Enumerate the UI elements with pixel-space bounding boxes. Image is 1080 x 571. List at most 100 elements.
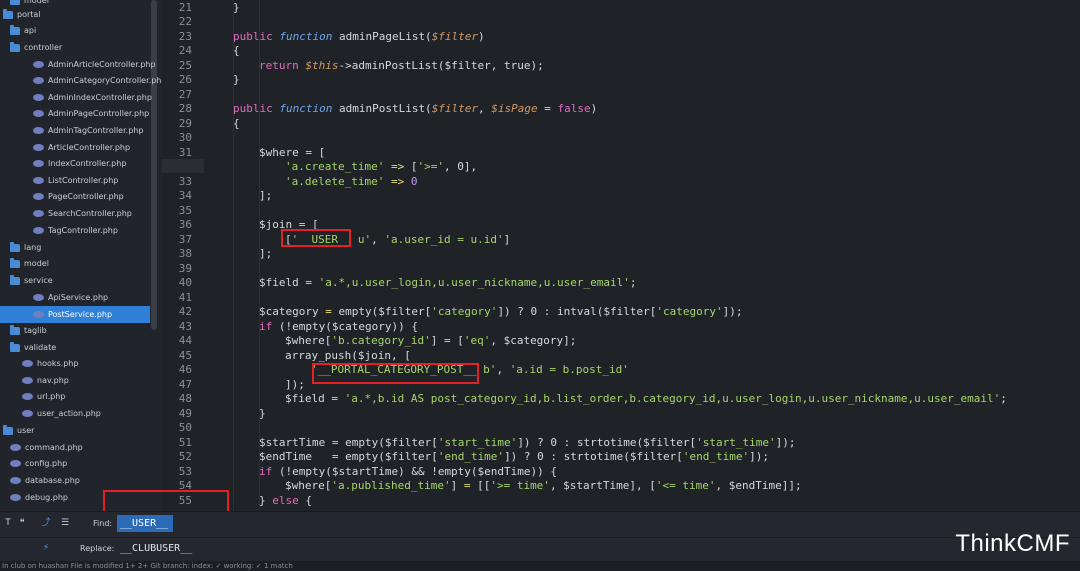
tree-item-label: AdminIndexController.php — [48, 93, 152, 102]
tree-folder[interactable]: portal — [3, 6, 41, 23]
code-line[interactable]: } — [233, 73, 240, 88]
menu-icon[interactable]: ☰ — [57, 515, 73, 531]
code-token: if — [259, 464, 279, 478]
tree-folder[interactable]: lang — [10, 239, 41, 256]
code-line[interactable]: } — [233, 1, 240, 16]
tree-file[interactable]: ArticleController.php — [33, 139, 130, 156]
line-number: 48 — [178, 392, 192, 405]
php-file-icon — [10, 460, 21, 467]
code-line[interactable]: { — [233, 117, 240, 132]
tree-file[interactable]: ApiService.php — [33, 289, 108, 306]
wrap-toggle-icon[interactable]: ⤴ — [38, 515, 54, 531]
tree-item-label: IndexController.php — [48, 159, 127, 168]
php-file-icon — [22, 393, 33, 400]
tree-file[interactable]: AdminCategoryController.php — [33, 72, 162, 89]
code-token: 'category' — [656, 305, 723, 318]
code-line[interactable]: public function adminPostList($filter, $… — [233, 102, 597, 117]
tree-item-label: ListController.php — [48, 176, 119, 185]
php-file-icon — [10, 477, 21, 484]
code-line[interactable]: public function adminPageList($filter) — [233, 30, 485, 45]
tree-file[interactable]: AdminArticleController.php — [33, 56, 156, 73]
code-token: , $startTime], [ — [549, 479, 656, 492]
code-line[interactable]: } else { — [259, 494, 312, 509]
code-editor[interactable]: } public function adminPageList($filter){… — [233, 0, 1080, 511]
line-number: 44 — [178, 334, 192, 347]
tree-item-label: command.php — [25, 443, 83, 452]
code-line[interactable]: $field = 'a.*,u.user_login,u.user_nickna… — [259, 276, 637, 291]
line-number: 45 — [178, 348, 192, 362]
quote-toggle-icon[interactable]: ❝ — [14, 515, 30, 531]
php-file-icon — [33, 193, 44, 200]
tree-file[interactable]: AdminIndexController.php — [33, 89, 152, 106]
tree-file[interactable]: AdminTagController.php — [33, 122, 143, 139]
tree-item-label: ArticleController.php — [48, 143, 131, 152]
code-token: adminPostList( — [338, 102, 432, 115]
code-line[interactable]: ]; — [259, 247, 272, 262]
tree-item-label: ApiService.php — [48, 293, 109, 302]
tree-file[interactable]: TagController.php — [33, 222, 118, 239]
tree-folder[interactable]: taglib — [10, 322, 47, 339]
find-input[interactable]: __USER__ — [117, 515, 173, 532]
code-line[interactable]: $where = [ — [259, 146, 325, 161]
line-number: 21 — [178, 0, 192, 14]
tree-folder[interactable]: service — [10, 272, 53, 289]
tree-file[interactable]: command.php — [10, 439, 83, 456]
line-number: 24 — [178, 44, 192, 57]
tree-file[interactable]: ListController.php — [33, 172, 118, 189]
tree-file[interactable]: nav.php — [22, 372, 69, 389]
code-token: function — [279, 102, 339, 115]
code-line[interactable]: return $this->adminPostList($filter, tru… — [259, 59, 544, 74]
tree-item-label: hooks.php — [37, 359, 79, 368]
tree-file[interactable]: PostService.php — [0, 306, 150, 323]
tree-folder[interactable]: model — [10, 255, 49, 272]
code-token: empty($filter[ — [345, 450, 438, 463]
tree-file[interactable]: SearchController.php — [33, 205, 132, 222]
tree-folder[interactable]: validate — [10, 339, 56, 356]
line-number: 51 — [178, 435, 192, 449]
code-line[interactable]: 'a.create_time' => ['>=', 0], — [285, 160, 477, 175]
tree-folder[interactable]: api — [10, 22, 36, 39]
tree-folder[interactable]: controller — [10, 39, 62, 56]
tree-file[interactable]: config.php — [10, 455, 67, 472]
code-line[interactable]: $where['a.published_time'] = [['>= time'… — [285, 479, 802, 494]
code-token: ]) ? 0 : strtotime($filter[ — [517, 435, 697, 449]
tree-item-label: AdminTagController.php — [48, 126, 144, 135]
tree-file[interactable]: database.php — [10, 472, 80, 489]
code-line[interactable]: $where['b.category_id'] = ['eq', $catego… — [285, 334, 576, 349]
code-token: 'category' — [431, 305, 498, 318]
replace-input[interactable]: __CLUBUSER__ — [117, 540, 207, 557]
code-line[interactable]: 'a.delete_time' => 0 — [285, 175, 417, 190]
code-line[interactable]: { — [233, 44, 240, 59]
code-line[interactable]: ]); — [285, 378, 305, 393]
sidebar-scrollbar[interactable] — [151, 0, 157, 330]
code-line[interactable]: $startTime = empty($filter['start_time']… — [259, 436, 795, 451]
code-token: = — [298, 276, 319, 289]
code-token: else — [272, 493, 306, 507]
folder-icon — [10, 241, 20, 252]
tree-file[interactable]: hooks.php — [22, 355, 78, 372]
code-token: ]; — [259, 247, 273, 260]
code-token: , $category]; — [490, 334, 577, 347]
code-line[interactable]: array_push($join, [ — [285, 349, 411, 364]
tree-file[interactable]: url.php — [22, 388, 65, 405]
tree-file[interactable]: PageController.php — [33, 188, 124, 205]
line-number: 41 — [178, 290, 192, 304]
code-line[interactable]: } — [259, 407, 266, 422]
tree-folder[interactable]: user — [3, 422, 34, 439]
code-line[interactable]: $field = 'a.*,b.id AS post_category_id,b… — [285, 392, 1007, 407]
code-line[interactable]: $endTime = empty($filter['end_time']) ? … — [259, 450, 769, 465]
code-line[interactable]: $category = empty($filter['category']) ?… — [259, 305, 743, 320]
php-file-icon — [22, 377, 33, 384]
tree-file[interactable]: AdminPageController.php — [33, 105, 149, 122]
findbar-divider — [0, 537, 1080, 538]
code-line[interactable]: ]; — [259, 189, 272, 204]
tree-file[interactable]: debug.php — [10, 489, 68, 506]
tree-file[interactable]: user_action.php — [22, 405, 101, 422]
code-line[interactable]: if (!empty($category)) { — [259, 320, 418, 335]
lightning-icon[interactable]: ⚡ — [38, 540, 54, 556]
code-token: '<= time' — [655, 479, 716, 492]
folder-icon — [3, 8, 13, 19]
code-line[interactable]: if (!empty($startTime) && !empty($endTim… — [259, 465, 557, 480]
tree-file[interactable]: IndexController.php — [33, 155, 126, 172]
code-token: ]); — [775, 435, 796, 449]
